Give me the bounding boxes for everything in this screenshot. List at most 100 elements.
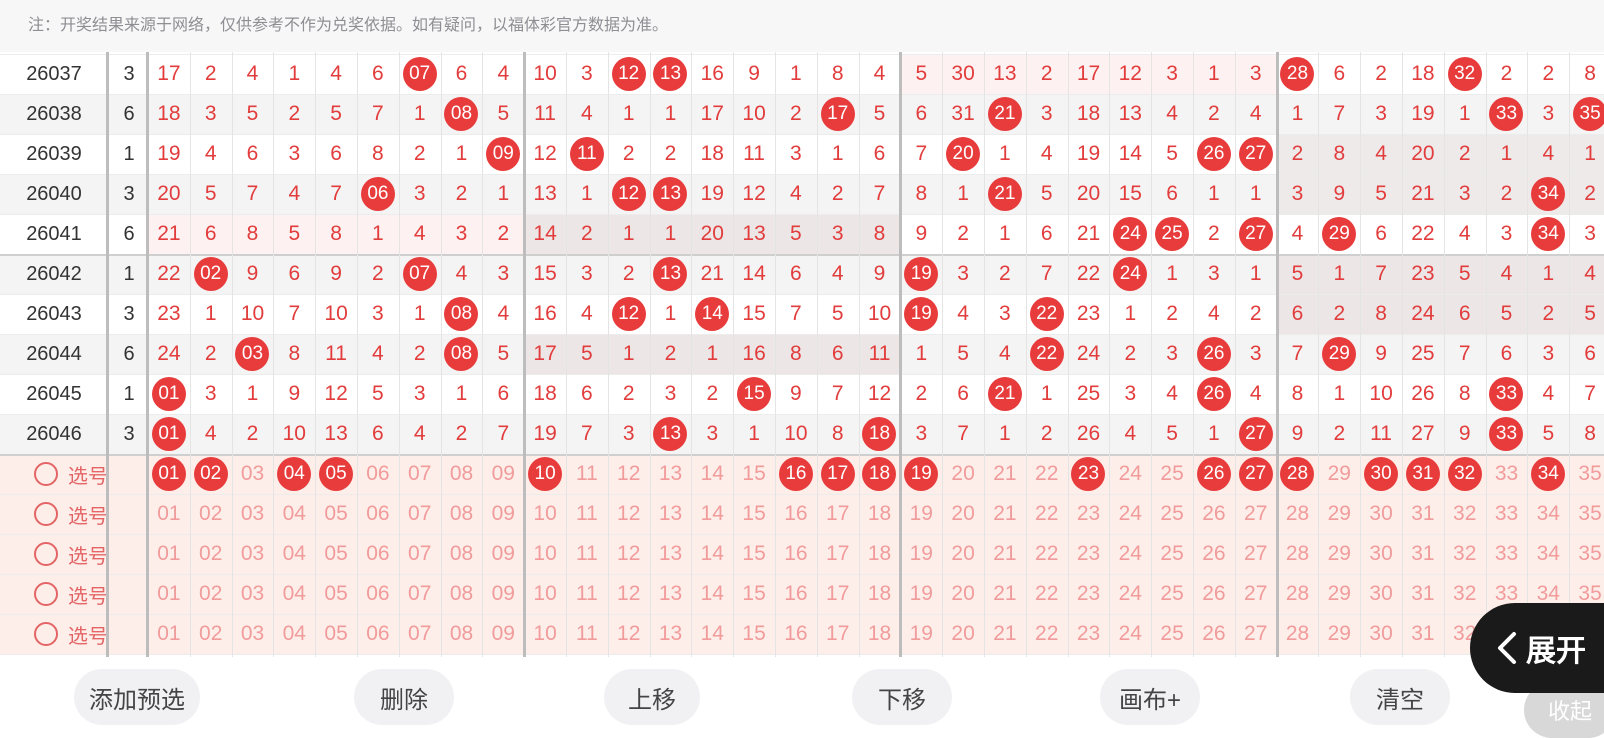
pick-number[interactable]: 28: [1277, 574, 1319, 614]
pick-number[interactable]: 09: [482, 614, 524, 654]
pick-number[interactable]: 16: [775, 454, 817, 494]
pick-number[interactable]: 34: [1527, 534, 1569, 574]
pick-number[interactable]: 12: [608, 494, 650, 534]
pick-number[interactable]: 29: [1318, 454, 1360, 494]
pick-number[interactable]: 03: [232, 614, 274, 654]
pick-number[interactable]: 15: [733, 494, 775, 534]
pick-number[interactable]: 06: [357, 614, 399, 654]
pick-number[interactable]: 31: [1402, 534, 1444, 574]
pick-number[interactable]: 35: [1569, 494, 1604, 534]
pick-number[interactable]: 02: [190, 454, 232, 494]
expand-button[interactable]: 展开: [1470, 603, 1604, 693]
pick-number[interactable]: 15: [733, 454, 775, 494]
pick-number[interactable]: 23: [1068, 534, 1110, 574]
pick-number[interactable]: 30: [1360, 534, 1402, 574]
pick-number[interactable]: 05: [315, 454, 357, 494]
pick-number[interactable]: 12: [608, 534, 650, 574]
pick-number[interactable]: 11: [566, 534, 608, 574]
pick-number[interactable]: 26: [1193, 494, 1235, 534]
pick-number[interactable]: 15: [733, 614, 775, 654]
pick-number[interactable]: 20: [942, 534, 984, 574]
pick-number[interactable]: 24: [1109, 454, 1151, 494]
pick-number[interactable]: 11: [566, 574, 608, 614]
selected-ball[interactable]: 23: [1071, 457, 1106, 491]
move-down-button[interactable]: 下移: [852, 669, 952, 725]
pick-number[interactable]: 24: [1109, 614, 1151, 654]
pick-number[interactable]: 04: [273, 574, 315, 614]
pick-number[interactable]: 11: [566, 494, 608, 534]
pick-number[interactable]: 14: [691, 574, 733, 614]
pick-number[interactable]: 10: [524, 574, 566, 614]
pick-number[interactable]: 17: [817, 494, 859, 534]
pick-number[interactable]: 02: [190, 614, 232, 654]
pick-number[interactable]: 30: [1360, 494, 1402, 534]
pick-number[interactable]: 10: [524, 494, 566, 534]
pick-number[interactable]: 18: [859, 454, 901, 494]
pick-number[interactable]: 32: [1444, 574, 1486, 614]
pick-number[interactable]: 18: [859, 494, 901, 534]
selected-ball[interactable]: 05: [319, 457, 354, 491]
pick-number[interactable]: 05: [315, 534, 357, 574]
pick-number[interactable]: 18: [859, 614, 901, 654]
pick-number[interactable]: 28: [1277, 534, 1319, 574]
pick-number[interactable]: 25: [1151, 614, 1193, 654]
pick-number[interactable]: 23: [1068, 574, 1110, 614]
pick-number[interactable]: 07: [399, 534, 441, 574]
pick-number[interactable]: 28: [1277, 494, 1319, 534]
pick-number[interactable]: 08: [441, 574, 483, 614]
selected-ball[interactable]: 30: [1364, 457, 1399, 491]
pick-number[interactable]: 07: [399, 574, 441, 614]
delete-button[interactable]: 删除: [354, 669, 454, 725]
pick-number[interactable]: 34: [1527, 494, 1569, 534]
radio-circle-icon[interactable]: [34, 582, 58, 606]
pick-number[interactable]: 14: [691, 454, 733, 494]
pick-number[interactable]: 19: [900, 454, 942, 494]
pick-number[interactable]: 05: [315, 614, 357, 654]
pick-number[interactable]: 09: [482, 454, 524, 494]
pick-number[interactable]: 26: [1193, 454, 1235, 494]
pick-number[interactable]: 05: [315, 494, 357, 534]
pick-number[interactable]: 21: [984, 454, 1026, 494]
pick-number[interactable]: 33: [1486, 494, 1528, 534]
pick-number[interactable]: 17: [817, 614, 859, 654]
selected-ball[interactable]: 04: [277, 457, 312, 491]
select-row-toggle[interactable]: 选号: [0, 454, 148, 494]
move-up-button[interactable]: 上移: [604, 669, 700, 725]
pick-number[interactable]: 19: [900, 534, 942, 574]
pick-number[interactable]: 14: [691, 614, 733, 654]
pick-number[interactable]: 35: [1569, 534, 1604, 574]
pick-number[interactable]: 01: [148, 574, 190, 614]
pick-number[interactable]: 21: [984, 534, 1026, 574]
pick-number[interactable]: 29: [1318, 574, 1360, 614]
pick-number[interactable]: 31: [1402, 494, 1444, 534]
canvas-add-button[interactable]: 画布+: [1100, 669, 1200, 725]
pick-number[interactable]: 20: [942, 614, 984, 654]
pick-number[interactable]: 26: [1193, 574, 1235, 614]
pick-number[interactable]: 23: [1068, 614, 1110, 654]
pick-number[interactable]: 33: [1486, 454, 1528, 494]
pick-number[interactable]: 16: [775, 534, 817, 574]
pick-number[interactable]: 14: [691, 494, 733, 534]
selected-ball[interactable]: 26: [1196, 457, 1231, 491]
pick-number[interactable]: 03: [232, 534, 274, 574]
pick-number[interactable]: 19: [900, 614, 942, 654]
selected-ball[interactable]: 01: [151, 457, 186, 491]
pick-number[interactable]: 27: [1235, 534, 1277, 574]
pick-number[interactable]: 25: [1151, 454, 1193, 494]
select-row-toggle[interactable]: 选号: [0, 494, 148, 534]
select-row-toggle[interactable]: 选号: [0, 614, 148, 654]
selected-ball[interactable]: 34: [1531, 457, 1566, 491]
pick-number[interactable]: 25: [1151, 494, 1193, 534]
pick-number[interactable]: 13: [650, 534, 692, 574]
pick-number[interactable]: 21: [984, 614, 1026, 654]
pick-number[interactable]: 20: [942, 574, 984, 614]
selected-ball[interactable]: 19: [904, 457, 939, 491]
pick-number[interactable]: 09: [482, 534, 524, 574]
pick-number[interactable]: 13: [650, 454, 692, 494]
pick-number[interactable]: 34: [1527, 454, 1569, 494]
selected-ball[interactable]: 10: [528, 457, 563, 491]
pick-number[interactable]: 12: [608, 574, 650, 614]
pick-number[interactable]: 07: [399, 494, 441, 534]
pick-number[interactable]: 07: [399, 454, 441, 494]
pick-number[interactable]: 22: [1026, 494, 1068, 534]
